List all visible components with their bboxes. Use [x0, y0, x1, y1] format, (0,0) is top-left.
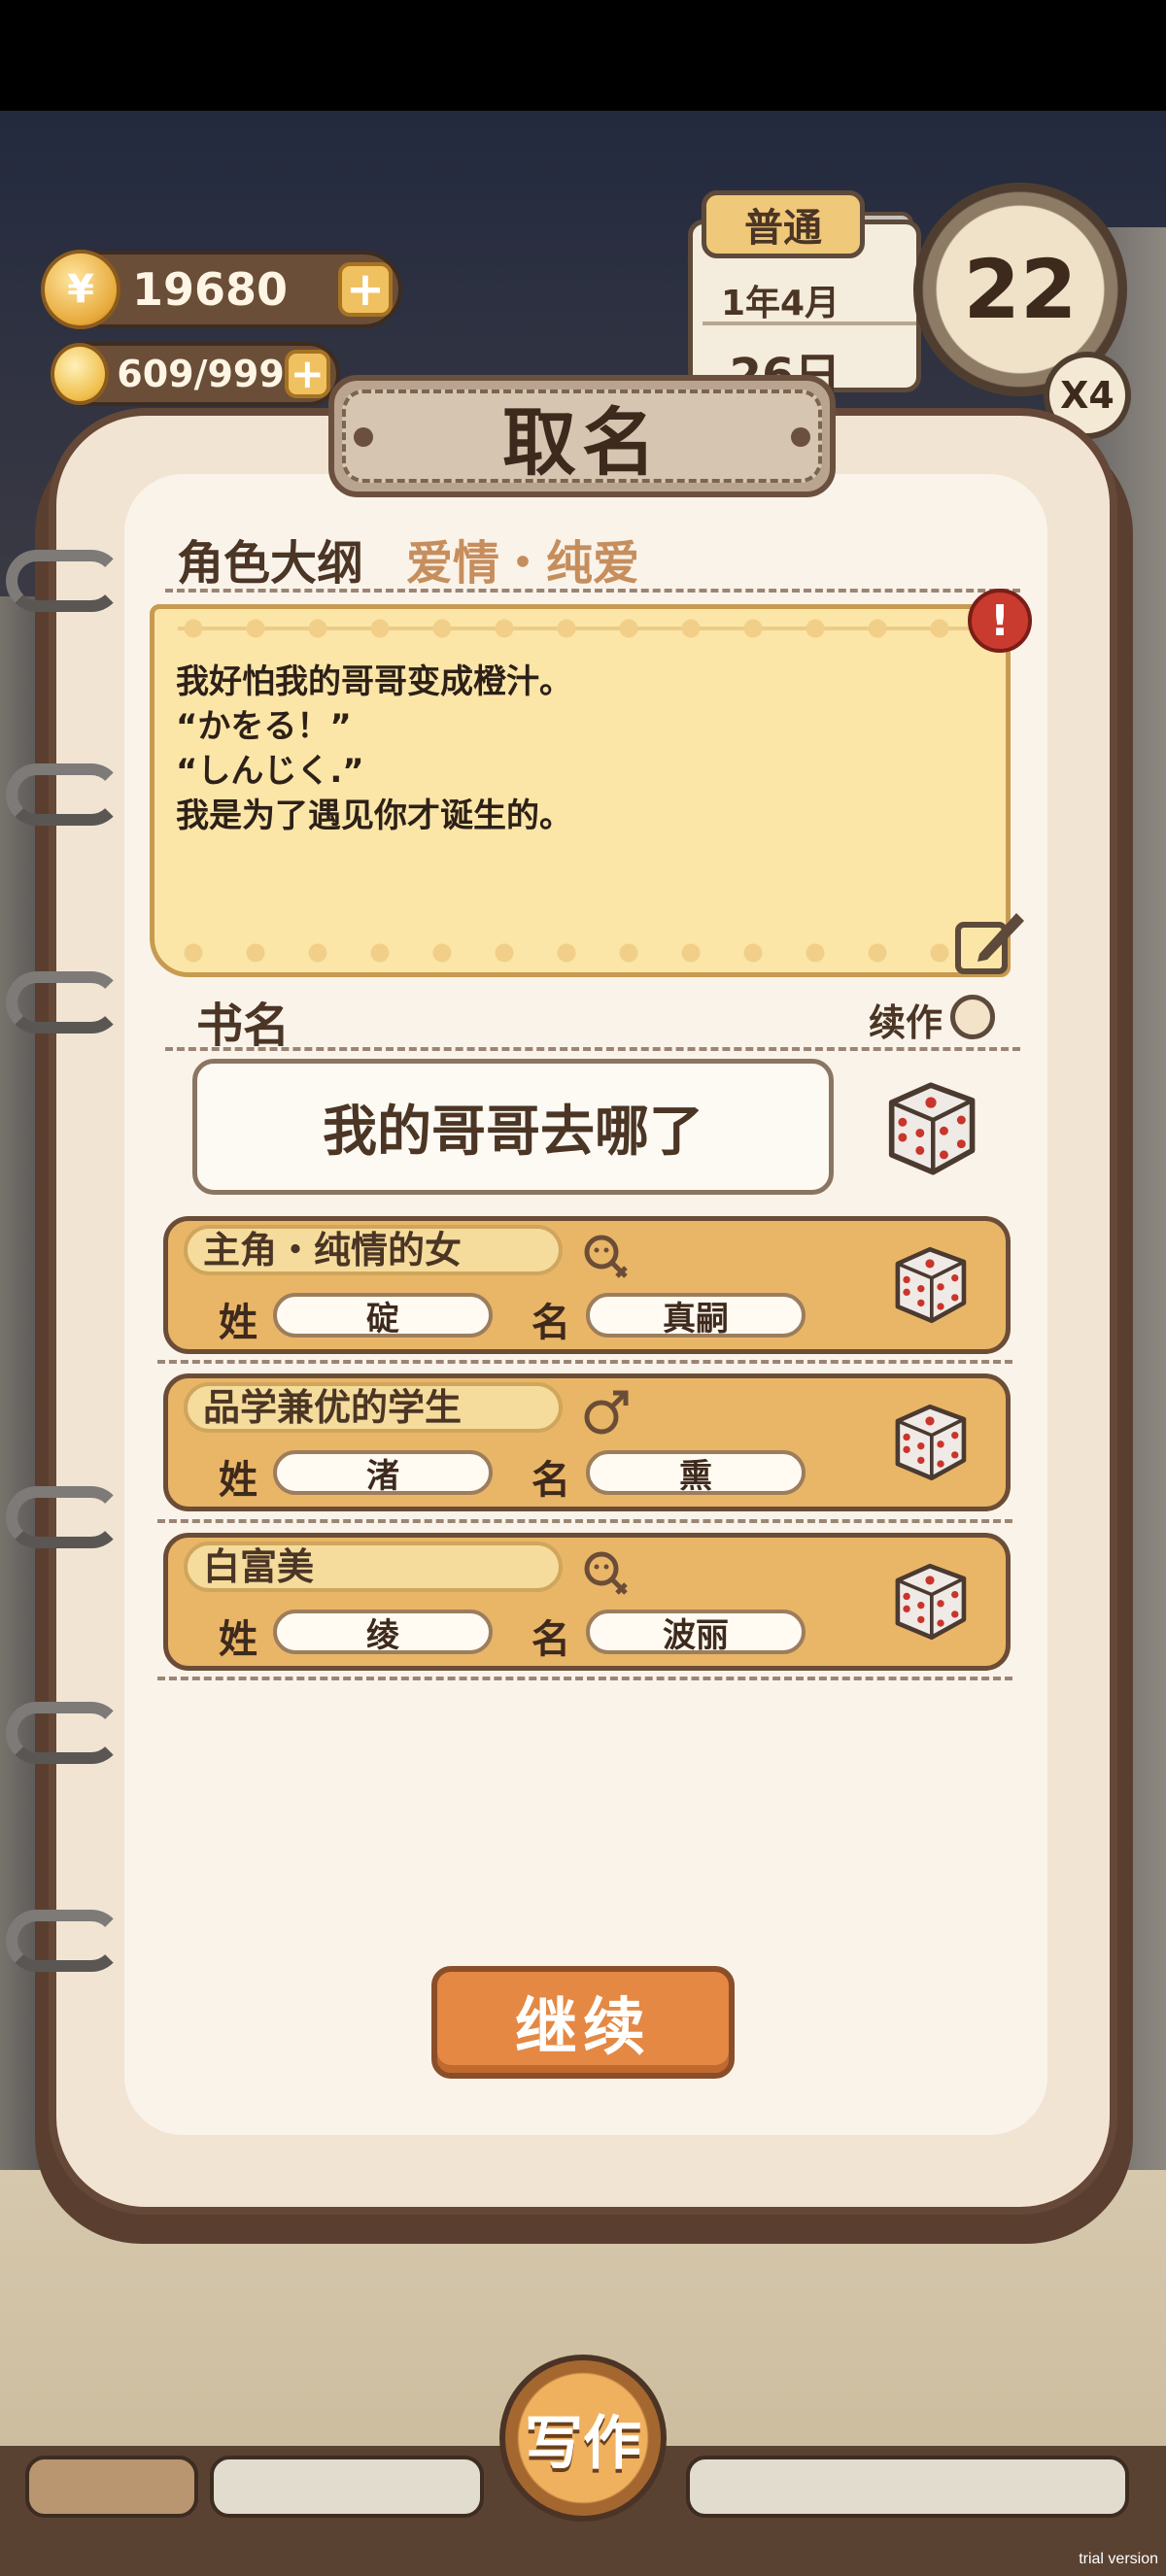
surname-label: 姓 — [219, 1617, 257, 1662]
given-name-field[interactable]: 熏 — [586, 1450, 806, 1496]
notebook-ring — [6, 1486, 122, 1548]
divider — [165, 589, 1020, 593]
outline-note[interactable]: 我好怕我的哥哥变成橙汁。 “かをる！” “しんじく.” 我是为了遇见你才诞生的。 — [150, 604, 1011, 977]
book-title-field[interactable]: 我的哥哥去哪了 — [192, 1059, 834, 1195]
divider — [157, 1677, 1012, 1680]
character-card: 白富美 姓 绫 名 波丽 — [163, 1533, 1011, 1671]
female-icon — [584, 1551, 628, 1595]
surname-field[interactable]: 绫 — [273, 1610, 493, 1655]
surname-label: 姓 — [219, 1458, 257, 1503]
note-decoration — [184, 943, 980, 963]
edit-icon[interactable] — [950, 903, 1028, 981]
clock-value: 22 — [963, 242, 1078, 337]
divider — [157, 1360, 1012, 1364]
outline-genre: 爱情・纯爱 — [406, 536, 640, 591]
dice-icon[interactable] — [876, 1074, 985, 1183]
given-name-label: 名 — [532, 1301, 570, 1345]
male-icon — [584, 1390, 629, 1435]
write-button[interactable]: 写作 — [499, 2355, 667, 2522]
coin-value: 19680 — [132, 263, 289, 316]
given-name-field[interactable]: 真嗣 — [586, 1293, 806, 1339]
idea-counter: 609/999 + — [51, 342, 340, 406]
dialog-title-plate: 取名 — [328, 375, 836, 497]
add-coins-button[interactable]: + — [338, 262, 393, 317]
continue-button[interactable]: 继续 — [431, 1966, 735, 2079]
dice-icon[interactable] — [885, 1557, 975, 1646]
notebook-ring — [6, 1702, 122, 1764]
notebook-ring — [6, 763, 122, 826]
given-name-label: 名 — [532, 1617, 570, 1662]
bottom-slot-right[interactable] — [686, 2456, 1129, 2518]
book-name-label: 书名 — [196, 999, 291, 1053]
character-role: 品学兼优的学生 — [184, 1382, 563, 1433]
book-title-value: 我的哥哥去哪了 — [323, 1100, 703, 1164]
coin-counter: ¥ 19680 + — [41, 250, 402, 329]
write-label: 写作 — [525, 2409, 641, 2478]
divider — [165, 1047, 1020, 1051]
sequel-label: 续作 — [869, 1001, 943, 1044]
dice-icon[interactable] — [885, 1398, 975, 1487]
system-status-bar — [0, 0, 1166, 111]
difficulty-tag[interactable]: 普通 — [702, 190, 865, 258]
notebook-ring — [6, 971, 122, 1034]
surname-label: 姓 — [219, 1301, 257, 1345]
character-card: 品学兼优的学生 姓 渚 名 熏 — [163, 1373, 1011, 1511]
plate-rivet — [354, 427, 373, 447]
character-card: 主角・纯情的女 姓 碇 名 真嗣 — [163, 1216, 1011, 1354]
outline-label: 角色大纲 — [177, 536, 364, 591]
calendar-divider — [703, 322, 916, 325]
dialog-title: 取名 — [342, 390, 822, 486]
character-role: 白富美 — [184, 1542, 563, 1592]
female-icon — [584, 1235, 628, 1278]
plate-rivet — [791, 427, 810, 447]
dice-icon[interactable] — [885, 1240, 975, 1330]
idea-value: 609/999 — [117, 353, 285, 395]
surname-field[interactable]: 碇 — [273, 1293, 493, 1339]
character-role: 主角・纯情的女 — [184, 1225, 563, 1275]
lightbulb-icon — [51, 343, 110, 405]
given-name-field[interactable]: 波丽 — [586, 1610, 806, 1655]
sequel-toggle[interactable] — [950, 995, 995, 1039]
notebook-ring — [6, 550, 122, 612]
alert-icon[interactable]: ! — [968, 589, 1032, 653]
calendar-month: 1年4月 — [720, 284, 840, 323]
outline-text: 我好怕我的哥哥变成橙汁。 “かをる！” “しんじく.” 我是为了遇见你才诞生的。 — [176, 662, 572, 835]
bottom-slot-middle[interactable] — [210, 2456, 484, 2518]
note-decoration — [184, 619, 980, 638]
surname-field[interactable]: 渚 — [273, 1450, 493, 1496]
watermark: trial version — [1079, 2551, 1158, 2567]
coin-icon: ¥ — [41, 250, 120, 329]
given-name-label: 名 — [532, 1458, 570, 1503]
bottom-slot-left[interactable] — [25, 2456, 198, 2518]
divider — [157, 1519, 1012, 1523]
notebook-ring — [6, 1910, 122, 1972]
add-ideas-button[interactable]: + — [284, 350, 330, 398]
